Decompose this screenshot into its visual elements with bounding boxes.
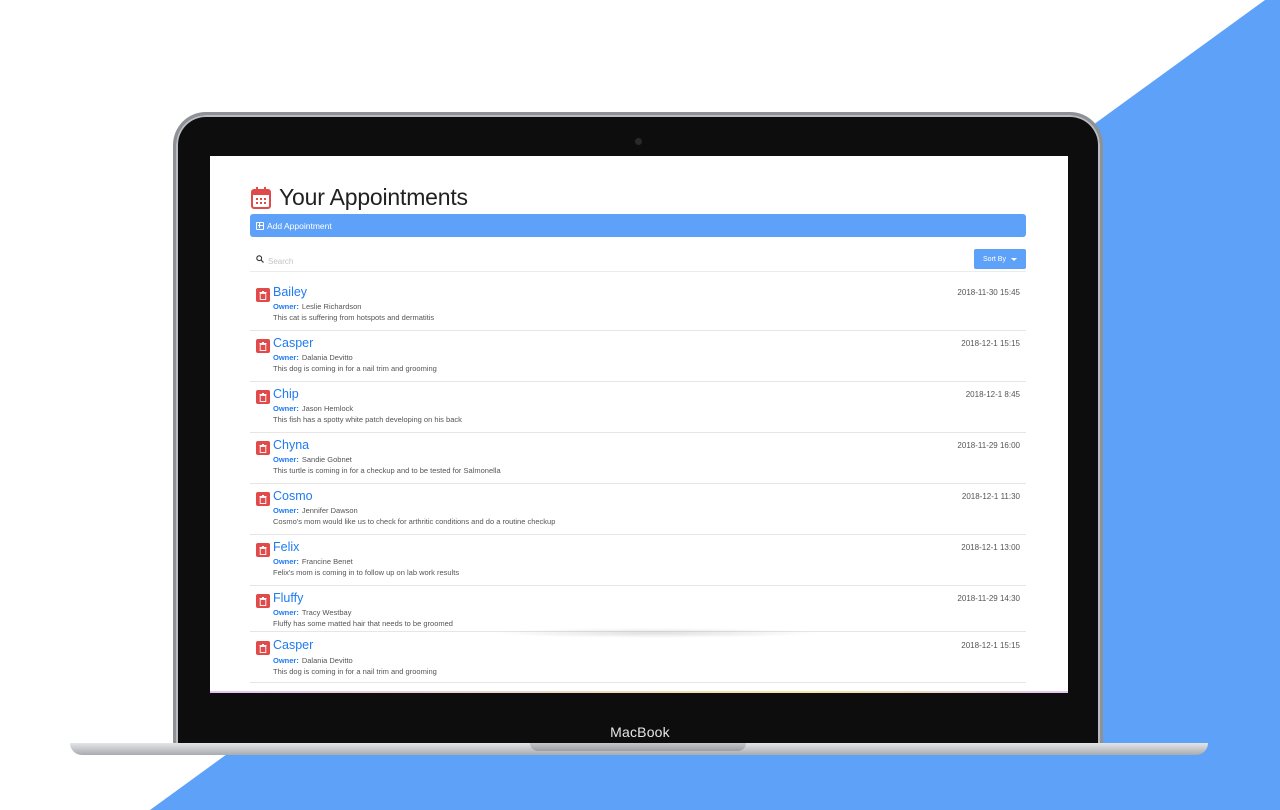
appointment-notes: Cosmo's mom would like us to check for a… — [273, 517, 556, 526]
list-item: Bailey Owner: Leslie Richardson This cat … — [250, 280, 1026, 331]
owner-name: Francine Benet — [301, 557, 353, 566]
owner-label: Owner: — [273, 608, 299, 617]
owner-line: Owner: Jennifer Dawson — [273, 506, 358, 515]
delete-button[interactable] — [256, 492, 270, 506]
trash-icon — [259, 290, 267, 300]
add-appointment-label: Add Appointment — [267, 220, 332, 231]
appointment-notes: This cat is suffering from hotspots and … — [273, 313, 435, 322]
owner-name: Dalania Devitto — [301, 656, 353, 665]
appointment-date: 2018-12-1 13:00 — [961, 543, 1020, 552]
trash-icon — [259, 341, 267, 351]
laptop-base-notch — [530, 743, 746, 751]
owner-label: Owner: — [273, 557, 299, 566]
appointment-date: 2018-12-1 8:45 — [965, 390, 1020, 399]
list-item: Fluffy Owner: Tracy Westbay Fluffy has so… — [250, 586, 1026, 632]
list-item: Felix Owner: Francine Benet Felix's mom i… — [250, 535, 1026, 586]
appointment-notes: This dog is coming in for a nail trim an… — [273, 364, 437, 373]
caret-down-icon — [1010, 257, 1017, 261]
delete-button[interactable] — [256, 543, 270, 557]
search-icon — [256, 255, 264, 263]
appointment-notes: Felix's mom is coming in to follow up on… — [273, 568, 460, 577]
appointment-date: 2018-12-1 15:15 — [961, 641, 1020, 650]
laptop-brand-label: MacBook — [610, 724, 670, 740]
appointment-date: 2018-11-29 14:30 — [957, 594, 1020, 603]
owner-name: Leslie Richardson — [301, 302, 362, 311]
page-header: Your Appointments — [251, 184, 468, 211]
pet-name: Casper — [273, 638, 314, 652]
owner-name: Jason Hemlock — [301, 404, 354, 413]
trash-icon — [259, 443, 267, 453]
owner-line: Owner: Dalania Devitto — [273, 656, 353, 665]
app-screen: Your Appointments Add Appointment Sort B… — [210, 156, 1068, 693]
appointment-notes: This fish has a spotty white patch devel… — [273, 415, 462, 424]
pet-name: Chyna — [273, 438, 310, 452]
list-item: Casper Owner: Dalania Devitto This dog is… — [250, 632, 1026, 683]
owner-name: Tracy Westbay — [301, 608, 352, 617]
owner-name: Sandie Gobnet — [301, 455, 352, 464]
pet-name: Cosmo — [273, 489, 313, 503]
owner-label: Owner: — [273, 353, 299, 362]
appointment-notes: This dog is coming in for a nail trim an… — [273, 667, 437, 676]
owner-label: Owner: — [273, 506, 299, 515]
calendar-icon — [251, 186, 271, 209]
list-item: Cosmo Owner: Jennifer Dawson Cosmo's mom … — [250, 484, 1026, 535]
trash-icon — [259, 545, 267, 555]
page-title: Your Appointments — [279, 184, 468, 210]
owner-name: Dalania Devitto — [301, 353, 353, 362]
list-item: Casper Owner: Dalania Devitto This dog is… — [250, 331, 1026, 382]
owner-name: Jennifer Dawson — [301, 506, 358, 515]
owner-label: Owner: — [273, 302, 299, 311]
appointment-date: 2018-12-1 11:30 — [961, 492, 1020, 501]
appointment-notes: This turtle is coming in for a checkup a… — [273, 466, 501, 475]
search-bar: Sort By — [250, 249, 1026, 272]
delete-button[interactable] — [256, 288, 270, 302]
owner-line: Owner: Dalania Devitto — [273, 353, 353, 362]
sort-by-dropdown[interactable]: Sort By — [974, 249, 1026, 269]
owner-label: Owner: — [273, 656, 299, 665]
sort-by-label: Sort By — [983, 255, 1006, 263]
camera-dot — [635, 138, 642, 145]
delete-button[interactable] — [256, 441, 270, 455]
appointment-list: Bailey Owner: Leslie Richardson This cat … — [250, 280, 1026, 683]
delete-button[interactable] — [256, 390, 270, 404]
pet-name: Felix — [273, 540, 300, 554]
trash-icon — [259, 596, 267, 606]
owner-line: Owner: Leslie Richardson — [273, 302, 361, 311]
pet-name: Bailey — [273, 285, 308, 299]
list-item: Chyna Owner: Sandie Gobnet This turtle is… — [250, 433, 1026, 484]
list-item: Chip Owner: Jason Hemlock This fish has a… — [250, 382, 1026, 433]
scroll-shadow — [490, 628, 820, 638]
screen-bottom-strip — [210, 691, 1068, 693]
delete-button[interactable] — [256, 339, 270, 353]
appointment-date: 2018-11-29 16:00 — [957, 441, 1020, 450]
trash-icon — [259, 494, 267, 504]
owner-line: Owner: Sandie Gobnet — [273, 455, 352, 464]
owner-label: Owner: — [273, 455, 299, 464]
search-input[interactable] — [266, 253, 870, 269]
appointment-date: 2018-12-1 15:15 — [961, 339, 1020, 348]
owner-label: Owner: — [273, 404, 299, 413]
pet-name: Chip — [273, 387, 299, 401]
trash-icon — [259, 643, 267, 653]
owner-line: Owner: Jason Hemlock — [273, 404, 353, 413]
appointment-notes: Fluffy has some matted hair that needs t… — [273, 619, 453, 628]
plus-square-icon — [256, 221, 264, 230]
delete-button[interactable] — [256, 641, 270, 655]
owner-line: Owner: Francine Benet — [273, 557, 353, 566]
pet-name: Fluffy — [273, 591, 304, 605]
owner-line: Owner: Tracy Westbay — [273, 608, 351, 617]
pet-name: Casper — [273, 336, 314, 350]
appointment-date: 2018-11-30 15:45 — [957, 288, 1020, 297]
trash-icon — [259, 392, 267, 402]
add-appointment-button[interactable]: Add Appointment — [250, 214, 1026, 237]
delete-button[interactable] — [256, 594, 270, 608]
